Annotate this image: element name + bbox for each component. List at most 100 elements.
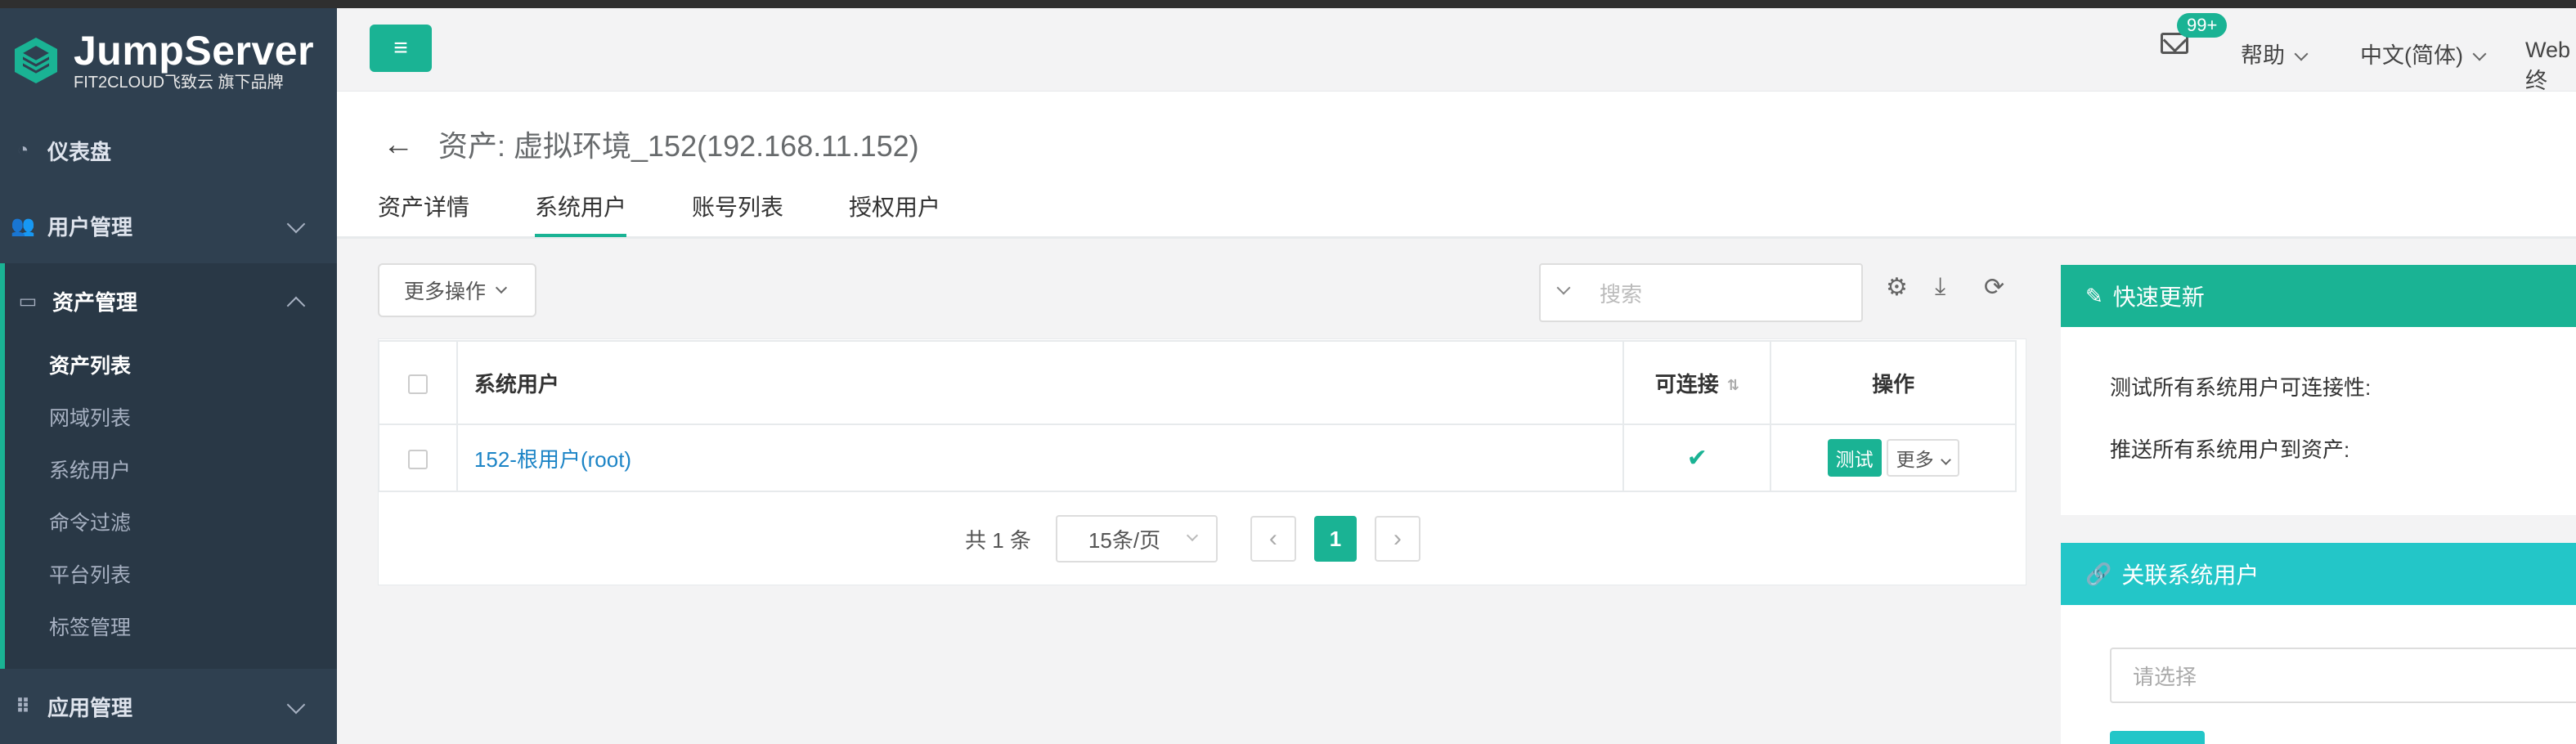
table-header-row: 系统用户 可连接 ⇅ 操作 [378, 340, 2017, 425]
sidebar: JumpServer FIT2CLOUD飞致云 旗下品牌 ◔ 仪表盘 👥 用户管… [0, 8, 337, 744]
row-select-cell [378, 424, 458, 492]
chevron-down-icon [1940, 455, 1951, 465]
select-placeholder: 请选择 [2133, 664, 2197, 689]
refresh-icon[interactable]: ⟳ [1984, 273, 2004, 302]
chevron-down-icon [495, 281, 508, 294]
sidebar-item-dashboard[interactable]: ◔ 仪表盘 [0, 113, 337, 188]
language-label: 中文(简体) [2360, 43, 2463, 68]
total-count: 共 1 条 [965, 527, 1031, 553]
jumpserver-logo-icon [15, 38, 57, 83]
message-count-badge: 99+ [2177, 13, 2228, 38]
system-users-table: 系统用户 可连接 ⇅ 操作 152-根用户(root) ✔ 测试 更多 [378, 340, 2017, 492]
col-header-connectable[interactable]: 可连接 ⇅ [1622, 340, 1772, 425]
row-checkbox[interactable] [407, 449, 428, 469]
chevron-down-icon [1187, 529, 1199, 542]
test-button[interactable]: 测试 [1827, 439, 1882, 477]
hamburger-icon: ≡ [393, 34, 408, 61]
chevron-down-icon[interactable] [1556, 280, 1571, 295]
download-icon[interactable]: ⤓ [1935, 273, 1945, 301]
col-header-actions: 操作 [1770, 340, 2017, 425]
sidebar-item-users[interactable]: 👥 用户管理 [0, 188, 337, 263]
col-header-label: 可连接 [1654, 371, 1719, 397]
brand-title: JumpServer [74, 28, 315, 74]
select-all-checkbox[interactable] [407, 374, 428, 394]
row-more-dropdown[interactable]: 更多 [1886, 439, 1959, 477]
chevron-right-icon: › [1393, 525, 1402, 552]
dashboard-icon: ◔ [16, 139, 29, 161]
more-actions-label: 更多操作 [404, 280, 487, 303]
col-header-system-user[interactable]: 系统用户 [456, 340, 1625, 425]
row-more-label: 更多 [1896, 449, 1934, 470]
settings-gear-icon[interactable]: ⚙ [1886, 273, 1908, 302]
page-size-label: 15条/页 [1088, 527, 1161, 553]
sidebar-item-label: 应用管理 [47, 695, 133, 720]
link-icon: 🔗 [2085, 561, 2112, 586]
page-size-select[interactable]: 15条/页 [1055, 515, 1218, 562]
table-row: 152-根用户(root) ✔ 测试 更多 [378, 424, 2017, 492]
current-page-button[interactable]: 1 [1313, 516, 1357, 562]
associate-title: 关联系统用户 [2121, 562, 2260, 588]
quick-update-title: 快速更新 [2112, 285, 2205, 310]
sort-icon[interactable]: ⇅ [1727, 377, 1739, 394]
brand-subtitle: FIT2CLOUD飞致云 旗下品牌 [74, 74, 284, 92]
system-user-select[interactable]: 请选择 [2110, 648, 2576, 703]
sidebar-subitem-command-filter[interactable]: 命令过滤 [5, 495, 337, 548]
language-menu[interactable]: 中文(简体) [2360, 38, 2487, 69]
edit-icon: ✎ [2085, 283, 2103, 308]
sidebar-subitem-system-users[interactable]: 系统用户 [5, 443, 337, 495]
help-label: 帮助 [2241, 43, 2285, 68]
help-menu[interactable]: 帮助 [2241, 38, 2309, 69]
system-user-link[interactable]: 152-根用户(root) [474, 447, 631, 472]
window-top-strip [0, 0, 2576, 8]
sidebar-subitem-platform-list[interactable]: 平台列表 [5, 548, 337, 600]
sidebar-group-assets: ▭ 资产管理 资产列表 网域列表 系统用户 命令过滤 平台列表 标签管理 [0, 263, 337, 669]
inbox-icon: ▭ [18, 289, 38, 312]
tab-bar: 资产详情 系统用户 账号列表 授权用户 [378, 190, 1006, 237]
quick-update-panel: ✎ 快速更新 测试所有系统用户可连接性: 推送所有系统用户到资产: [2061, 265, 2576, 515]
tab-account-list[interactable]: 账号列表 [692, 190, 783, 237]
prev-page-button[interactable]: ‹ [1250, 516, 1296, 562]
sidebar-subitem-asset-list[interactable]: 资产列表 [5, 338, 337, 391]
check-icon: ✔ [1686, 444, 1708, 472]
search-placeholder: 搜索 [1600, 281, 1643, 307]
system-user-cell: 152-根用户(root) [456, 424, 1625, 492]
tab-authorized-users[interactable]: 授权用户 [849, 190, 940, 237]
menu-toggle-button[interactable]: ≡ [370, 25, 432, 72]
more-actions-dropdown[interactable]: 更多操作 [378, 263, 536, 317]
tab-asset-detail[interactable]: 资产详情 [378, 190, 469, 237]
page-title: 资产: 虚拟环境_152(192.168.11.152) [438, 129, 919, 163]
grid-icon: ⠿ [15, 695, 31, 718]
chevron-down-icon [286, 214, 306, 234]
page-titlebar: ← 资产: 虚拟环境_152(192.168.11.152) 资产详情 系统用户… [337, 92, 2576, 239]
push-users-label: 推送所有系统用户到资产: [2110, 437, 2350, 462]
web-terminal-link[interactable]: Web终 [2525, 38, 2576, 95]
sidebar-item-label: 用户管理 [47, 214, 133, 240]
users-icon: 👥 [11, 214, 35, 237]
chevron-down-icon [286, 695, 306, 715]
associate-header: 🔗 关联系统用户 [2061, 543, 2576, 605]
select-all-cell [378, 340, 458, 425]
chevron-left-icon: ‹ [1268, 525, 1277, 552]
chevron-down-icon [2472, 47, 2487, 61]
pagination: 共 1 条 15条/页 ‹ 1 › [965, 515, 1420, 562]
associate-button[interactable] [2110, 731, 2205, 744]
sidebar-subitem-label-manage[interactable]: 标签管理 [5, 600, 337, 652]
top-header: ≡ 99+ 帮助 中文(简体) Web终 [337, 8, 2576, 95]
sidebar-item-applications[interactable]: ⠿ 应用管理 [0, 669, 337, 744]
sidebar-subitem-domain-list[interactable]: 网域列表 [5, 391, 337, 443]
test-connectivity-label: 测试所有系统用户可连接性: [2110, 375, 2372, 400]
back-arrow-icon[interactable]: ← [383, 128, 414, 163]
sidebar-item-assets[interactable]: ▭ 资产管理 [5, 263, 337, 338]
quick-update-header: ✎ 快速更新 [2061, 265, 2576, 327]
connectable-cell: ✔ [1622, 424, 1772, 492]
actions-cell: 测试 更多 [1770, 424, 2017, 492]
tab-system-users[interactable]: 系统用户 [535, 190, 627, 237]
chevron-down-icon [2294, 47, 2309, 61]
next-page-button[interactable]: › [1374, 516, 1420, 562]
sidebar-item-label: 资产管理 [52, 289, 138, 315]
chevron-up-icon [286, 296, 306, 316]
brand-logo[interactable]: JumpServer FIT2CLOUD飞致云 旗下品牌 [0, 8, 337, 113]
search-input[interactable]: 搜索 [1539, 263, 1863, 322]
sidebar-item-label: 仪表盘 [47, 139, 112, 164]
associate-system-users-panel: 🔗 关联系统用户 请选择 [2061, 543, 2576, 744]
